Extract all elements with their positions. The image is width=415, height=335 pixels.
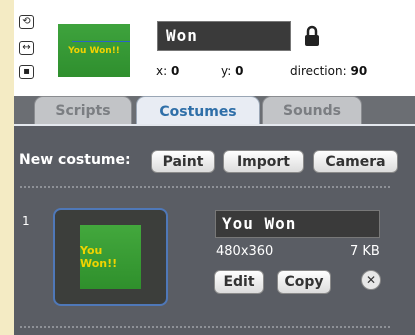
edit-button[interactable]: Edit [214,270,264,294]
tab-scripts[interactable]: Scripts [34,96,132,124]
camera-button[interactable]: Camera [313,150,398,173]
left-edge-strip [0,0,14,335]
x-coordinate: x: 0 [156,64,179,78]
x-label: x: [156,64,168,78]
sprite-name-field[interactable]: Won [157,21,291,51]
sprite-thumbnail-text: You Won!! [68,45,120,56]
costume-name-field[interactable]: You Won [215,210,380,238]
new-costume-label: New costume: [19,152,131,168]
paint-button[interactable]: Paint [151,150,215,173]
import-button[interactable]: Import [223,150,304,173]
sprite-direction-line [72,41,130,42]
direction-value: 90 [350,64,368,78]
direction-readout: direction: 90 [290,64,367,78]
no-rotate-icon[interactable]: ▪ [19,65,34,79]
copy-button[interactable]: Copy [277,270,331,294]
costume-thumbnail-text: You Won!! [80,244,118,270]
x-value: 0 [170,64,180,78]
costume-dimensions: 480x360 [216,244,274,259]
rotate-icon[interactable]: ⟲ [19,15,34,29]
delete-icon[interactable]: ✕ [361,270,381,290]
flip-icon[interactable]: ↔ [19,41,34,55]
direction-label: direction: [290,64,347,78]
tab-costumes[interactable]: Costumes [136,96,260,126]
costume-file-size: 7 KB [350,244,380,259]
panel-top-border [14,124,415,126]
lock-icon[interactable] [304,25,320,47]
y-value: 0 [235,64,244,78]
costume-number: 1 [22,214,30,228]
divider [19,326,391,328]
costume-thumbnail[interactable]: You Won!! [80,225,141,289]
y-label: y: [221,64,232,78]
tab-sounds[interactable]: Sounds [262,96,362,124]
divider [19,186,391,188]
sprite-thumbnail: You Won!! [58,24,130,77]
sprite-header: ⟲ ↔ ▪ You Won!! Won x: 0 y: 0 direction:… [14,0,415,96]
y-coordinate: y: 0 [221,64,243,78]
